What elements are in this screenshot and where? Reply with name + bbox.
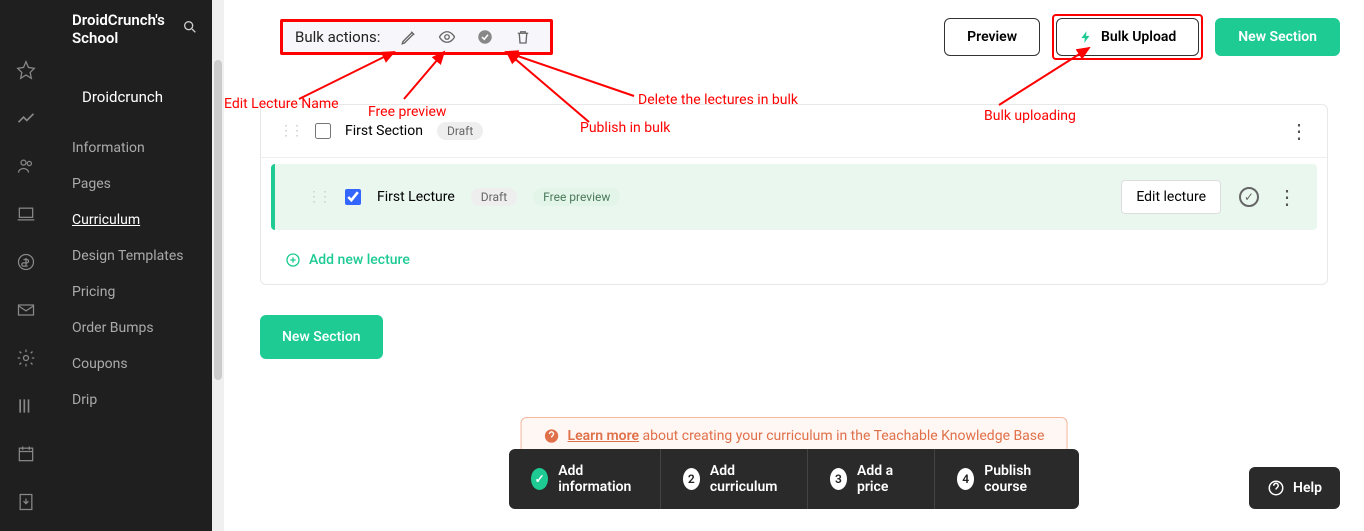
bulk-upload-highlight: Bulk Upload (1052, 14, 1203, 60)
step-label: Publish course (984, 463, 1057, 495)
sidebar-item-order-bumps[interactable]: Order Bumps (52, 310, 212, 346)
scrollbar[interactable] (212, 0, 224, 531)
step-number: 3 (830, 468, 847, 490)
sidebar-item-design-templates[interactable]: Design Templates (52, 238, 212, 274)
nav-list: InformationPagesCurriculumDesign Templat… (52, 130, 212, 418)
add-lecture-button[interactable]: Add new lecture (261, 236, 1327, 284)
columns-icon[interactable] (16, 396, 36, 420)
step-add-a-price[interactable]: 3 Add a price (808, 449, 935, 509)
step-add-curriculum[interactable]: 2 Add curriculum (661, 449, 808, 509)
step-label: Add a price (857, 463, 912, 495)
dollar-icon[interactable] (16, 252, 36, 276)
school-name-text: DroidCrunch's School (72, 11, 182, 47)
new-section-bottom-button[interactable]: New Section (260, 315, 383, 359)
edit-lecture-button[interactable]: Edit lecture (1121, 180, 1221, 214)
scroll-thumb[interactable] (214, 60, 222, 380)
draft-badge: Draft (437, 122, 483, 140)
gear-icon[interactable] (16, 348, 36, 372)
eye-icon[interactable] (438, 28, 456, 46)
steps-bar: ✓ Add information 2 Add curriculum 3 Add a pr… (509, 449, 1079, 509)
banner-rest: about creating your curriculum in the Te… (639, 428, 1044, 444)
laptop-icon[interactable] (16, 204, 36, 228)
sidebar-item-curriculum[interactable]: Curriculum (52, 202, 212, 238)
step-add-information[interactable]: ✓ Add information (509, 449, 661, 509)
add-lecture-label: Add new lecture (309, 252, 410, 268)
lecture-title: First Lecture (377, 189, 455, 205)
bulk-upload-button[interactable]: Bulk Upload (1056, 18, 1199, 56)
help-label: Help (1293, 480, 1322, 496)
plus-circle-icon (285, 252, 301, 268)
search-icon[interactable] (182, 19, 198, 39)
sidebar-item-information[interactable]: Information (52, 130, 212, 166)
learn-more-link[interactable]: Learn more (568, 428, 639, 444)
check-circle-icon[interactable] (476, 28, 494, 46)
mail-icon[interactable] (16, 300, 36, 324)
drag-handle-icon[interactable]: ⋮⋮ (307, 189, 329, 205)
section-title: First Section (345, 123, 423, 139)
bulk-actions-box: Bulk actions: (280, 19, 553, 55)
banner-text: Learn more about creating your curriculu… (568, 428, 1045, 444)
step-label: Add information (558, 463, 638, 495)
sidebar-item-pricing[interactable]: Pricing (52, 274, 212, 310)
section-checkbox[interactable] (315, 123, 331, 139)
step-number: 2 (683, 468, 700, 490)
topbar: Bulk actions: Preview Bulk Upload New Se… (224, 0, 1364, 74)
sidebar-item-coupons[interactable]: Coupons (52, 346, 212, 382)
edit-icon[interactable] (400, 28, 418, 46)
new-section-top-button[interactable]: New Section (1215, 18, 1340, 56)
bulk-upload-label: Bulk Upload (1101, 29, 1176, 45)
school-name: DroidCrunch's School (52, 0, 212, 58)
section-row: ⋮⋮ First Section Draft ⋮ (261, 105, 1327, 158)
course-title: Droidcrunch (52, 58, 212, 130)
step-number: ✓ (531, 468, 548, 490)
users-icon[interactable] (16, 156, 36, 180)
help-icon (1267, 479, 1285, 497)
sidebar: DroidCrunch's School Droidcrunch Informa… (52, 0, 212, 531)
calendar-icon[interactable] (16, 444, 36, 468)
bulk-label: Bulk actions: (295, 28, 380, 46)
icon-sidebar (0, 0, 52, 531)
draft-badge: Draft (471, 188, 517, 206)
step-publish-course[interactable]: 4 Publish course (935, 449, 1079, 509)
analytics-icon[interactable] (16, 108, 36, 132)
star-icon[interactable] (16, 60, 36, 84)
lecture-row: ⋮⋮ First Lecture Draft Free preview Edit… (271, 164, 1317, 230)
step-label: Add curriculum (710, 463, 785, 495)
download-icon[interactable] (16, 492, 36, 516)
publish-toggle-icon[interactable]: ✓ (1239, 187, 1259, 207)
curriculum-card: ⋮⋮ First Section Draft ⋮ ⋮⋮ First Lectur… (260, 104, 1328, 285)
sidebar-item-pages[interactable]: Pages (52, 166, 212, 202)
drag-handle-icon[interactable]: ⋮⋮ (279, 123, 301, 139)
sidebar-item-drip[interactable]: Drip (52, 382, 212, 418)
trash-icon[interactable] (514, 28, 532, 46)
lecture-checkbox[interactable] (345, 189, 361, 205)
free-preview-badge: Free preview (533, 188, 620, 206)
kebab-icon[interactable]: ⋮ (1289, 119, 1309, 143)
step-number: 4 (957, 468, 974, 490)
kebab-icon[interactable]: ⋮ (1277, 185, 1297, 209)
lightning-icon (1079, 30, 1093, 44)
help-circle-icon (544, 428, 560, 444)
help-button[interactable]: Help (1249, 467, 1340, 509)
main-area: Bulk actions: Preview Bulk Upload New Se… (224, 0, 1364, 531)
preview-button[interactable]: Preview (944, 18, 1040, 56)
